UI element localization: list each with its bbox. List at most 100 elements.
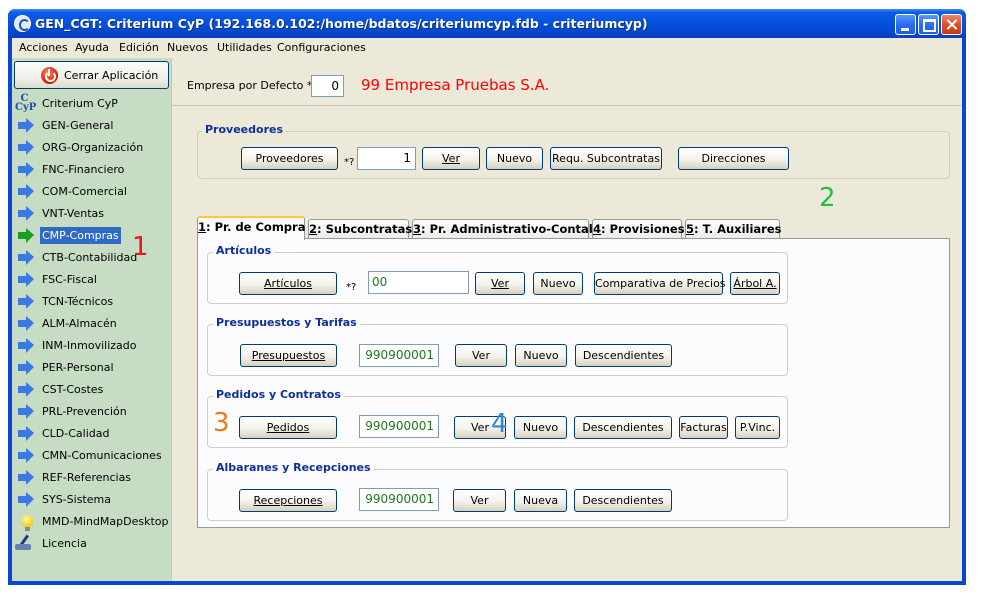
menu-ayuda[interactable]: Ayuda [75,41,109,54]
menu-bar: Acciones Ayuda Edición Nuevos Utilidades… [12,38,962,58]
sidebar-item-label: CST-Costes [42,383,104,396]
pedidos-legend: Pedidos y Contratos [213,388,344,401]
sidebar-item-label: FNC-Financiero [42,163,125,176]
license-pen-icon [15,534,33,551]
arrow-right-icon [17,492,35,508]
sidebar-item-alm[interactable]: ALM-Almacén [12,313,170,335]
sidebar-item-inm[interactable]: INM-Inmovilizado [12,335,170,357]
articulos-button[interactable]: Artículos [239,272,337,295]
close-window-button[interactable] [941,14,962,35]
menu-configuraciones[interactable]: Configuraciones [277,41,366,54]
presupuestos-button[interactable]: Presupuestos [240,344,337,367]
arrow-right-icon [17,118,35,134]
sidebar-item-criterium[interactable]: C CyP Criterium CyP [12,93,170,115]
articulos-input[interactable]: 00 [368,271,469,294]
sidebar-item-fnc[interactable]: FNC-Financiero [12,159,170,181]
sidebar-item-licencia[interactable]: Licencia [12,533,170,555]
sidebar-item-label: PRL-Prevención [42,405,127,418]
proveedores-button[interactable]: Proveedores [241,147,338,170]
tab-t-auxiliares[interactable]: 5: T. Auxiliares [685,219,782,239]
title-bar[interactable]: GEN_CGT: Criterium CyP (192.168.0.102:/h… [8,9,966,38]
arrow-right-icon [17,448,35,464]
sidebar-item-label: CTB-Contabilidad [42,251,138,264]
proveedores-ver-button[interactable]: Ver [422,147,480,170]
presupuestos-nuevo-button[interactable]: Nuevo [515,344,567,367]
sidebar-item-label: Licencia [42,537,87,550]
proveedores-group: Proveedores Proveedores *? 1 Ver Nuevo R… [197,123,950,179]
sidebar-item-label: PER-Personal [42,361,114,374]
sidebar-item-cmn[interactable]: CMN-Comunicaciones [12,445,170,467]
arrow-right-icon [17,250,35,266]
sidebar-item-ref[interactable]: REF-Referencias [12,467,170,489]
presupuestos-ver-button[interactable]: Ver [455,344,507,367]
sidebar-item-org[interactable]: ORG-Organización [12,137,170,159]
arrow-right-icon [17,206,35,222]
sidebar-item-label: INM-Inmovilizado [42,339,137,352]
p-vinc-button[interactable]: P.Vinc. [735,416,780,439]
app-logo-icon [14,15,31,32]
articulos-legend: Artículos [213,244,275,257]
sidebar-item-per[interactable]: PER-Personal [12,357,170,379]
pedidos-button[interactable]: Pedidos [239,416,337,439]
recepciones-button[interactable]: Recepciones [239,489,337,512]
sidebar-item-com[interactable]: COM-Comercial [12,181,170,203]
presupuestos-input[interactable]: 990900001 [359,344,439,367]
tab-subcontratas[interactable]: 2: Subcontratas [308,219,412,239]
arrow-right-icon [17,184,35,200]
arrow-right-icon [17,404,35,420]
module-sidebar: Cerrar Aplicación C CyP Criterium CyP GEN… [12,58,172,581]
requ-subcontratas-button[interactable]: Requ. Subcontratas [550,147,662,170]
sidebar-item-cld[interactable]: CLD-Calidad [12,423,170,445]
articulos-ver-button[interactable]: Ver [475,272,525,295]
sidebar-item-sys[interactable]: SYS-Sistema [12,489,170,511]
menu-edicion[interactable]: Edición [119,41,159,54]
client-area: Acciones Ayuda Edición Nuevos Utilidades… [12,38,962,581]
comparativa-precios-button[interactable]: Comparativa de Precios [594,272,726,295]
arrow-right-icon [17,426,35,442]
app-window: GEN_CGT: Criterium CyP (192.168.0.102:/h… [8,9,966,585]
close-app-button[interactable]: Cerrar Aplicación [14,61,169,89]
minimize-button[interactable] [895,14,916,35]
tab-provisiones[interactable]: 4: Provisiones [592,219,685,239]
arbol-button[interactable]: Árbol A. [730,272,780,295]
sidebar-item-tcn[interactable]: TCN-Técnicos [12,291,170,313]
sidebar-item-label: VNT-Ventas [42,207,104,220]
proveedores-legend: Proveedores [202,123,286,136]
sidebar-item-mmd[interactable]: MMD-MindMapDesktop [12,511,170,533]
arrow-right-icon [17,470,35,486]
sidebar-item-gen[interactable]: GEN-General [12,115,170,137]
proveedores-input[interactable]: 1 [357,147,416,170]
albaranes-input[interactable]: 990900001 [359,488,439,511]
articulos-group: Artículos Artículos *? 00 Ver Nuevo Comp… [207,244,788,304]
company-name: 99 Empresa Pruebas S.A. [361,76,550,94]
menu-utilidades[interactable]: Utilidades [217,41,272,54]
pedidos-input[interactable]: 990900001 [359,415,439,438]
sidebar-item-fsc[interactable]: FSC-Fiscal [12,269,170,291]
albaranes-nueva-button[interactable]: Nueva [514,489,567,512]
sidebar-item-label: Criterium CyP [42,97,118,110]
direcciones-button[interactable]: Direcciones [678,147,789,170]
proveedores-nuevo-button[interactable]: Nuevo [486,147,543,170]
albaranes-legend: Albaranes y Recepciones [213,461,374,474]
menu-nuevos[interactable]: Nuevos [167,41,208,54]
maximize-button[interactable] [918,14,939,35]
sidebar-item-vnt[interactable]: VNT-Ventas [12,203,170,225]
sidebar-item-cst[interactable]: CST-Costes [12,379,170,401]
tab-pr-de-compra[interactable]: 1: Pr. de Compra [197,216,305,240]
facturas-button[interactable]: Facturas [679,416,728,439]
company-code-input[interactable]: 0 [311,75,344,97]
albaranes-ver-button[interactable]: Ver [453,489,506,512]
pedidos-descendientes-button[interactable]: Descendientes [574,416,672,439]
presupuestos-descendientes-button[interactable]: Descendientes [575,344,672,367]
sidebar-item-prl[interactable]: PRL-Prevención [12,401,170,423]
articulos-nuevo-button[interactable]: Nuevo [533,272,583,295]
arrow-right-icon [17,338,35,354]
albaranes-descendientes-button[interactable]: Descendientes [574,489,672,512]
pedidos-group: Pedidos y Contratos Pedidos 990900001 Ve… [207,388,788,448]
pedidos-nuevo-button[interactable]: Nuevo [514,416,567,439]
sidebar-item-label: COM-Comercial [42,185,127,198]
arrow-right-green-icon [17,228,35,244]
annotation-3: 3 [213,408,230,438]
menu-acciones[interactable]: Acciones [19,41,68,54]
tab-pr-administrativo[interactable]: 3: Pr. Administrativo-Contable [412,219,609,239]
